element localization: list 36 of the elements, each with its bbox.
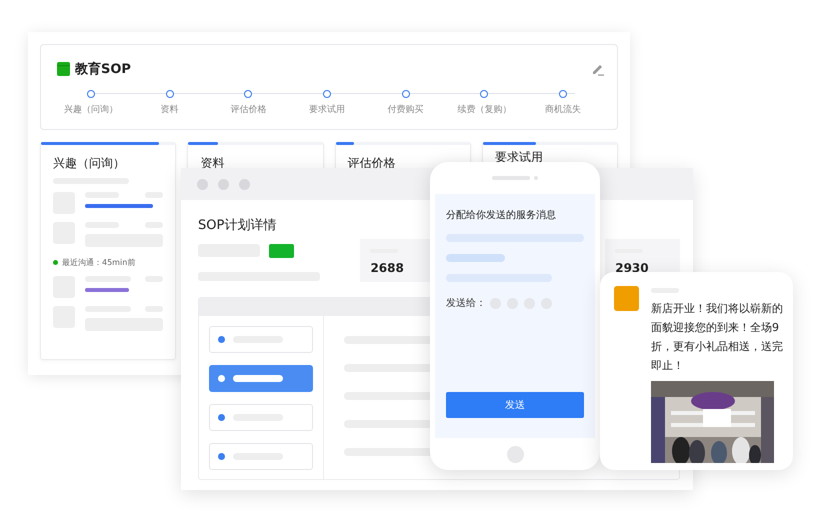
recipients-label: 发送给： [446,297,486,310]
stage-title: 评估价格 [348,155,396,172]
list-item[interactable] [209,365,313,392]
step-label: 评估价格 [230,104,266,116]
placeholder-bar [446,254,505,262]
step-label: 续费（复购） [457,104,512,116]
sop-title: 教育SOP [75,60,131,78]
progress-line [85,204,153,208]
edit-icon[interactable] [591,62,605,76]
send-button[interactable]: 发送 [446,392,584,418]
progress-line [85,288,129,292]
stat-value: 2688 [370,261,405,275]
stage-title: 要求试用 [494,149,544,166]
avatar [614,286,639,311]
status-dot [53,260,58,265]
step-label: 付费购买 [388,104,424,116]
last-contact-text: 最近沟通：45min前 [62,257,136,268]
step-node[interactable] [402,90,410,98]
stat-value: 2930 [615,261,650,275]
step-node[interactable] [558,90,567,98]
step-node[interactable] [322,90,331,98]
step-node[interactable] [166,90,174,98]
message-text: 新店开业！我们将以崭新的面貌迎接您的到来！全场9折，更有小礼品相送，送完即止！ [651,301,784,374]
status-tag [269,244,294,258]
message-title: 分配给你发送的服务消息 [446,208,557,222]
step-label: 要求试用 [308,104,345,116]
stage-title: 兴趣（问询） [53,155,126,172]
step-label: 商机流失 [544,104,581,116]
step-node[interactable] [244,90,252,98]
step-node[interactable] [87,90,95,98]
step-label: 资料 [160,104,179,116]
step-node[interactable] [480,90,488,98]
window-title: SOP计划详情 [198,217,278,234]
step-label: 兴趣（问询） [64,104,118,116]
stage-title: 资料 [200,155,226,172]
book-icon [57,62,70,76]
